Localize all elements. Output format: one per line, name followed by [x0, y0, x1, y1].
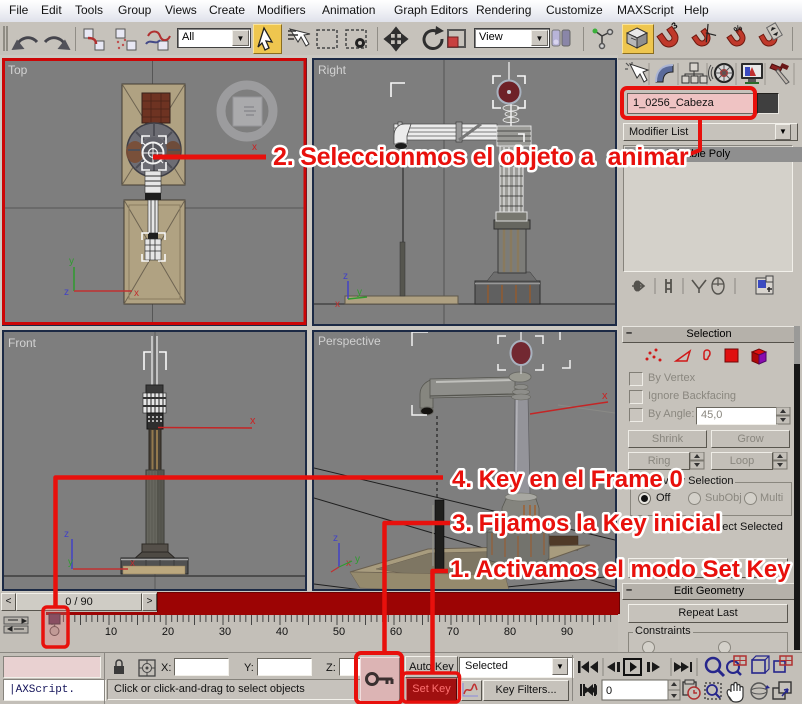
svg-text:x: x — [130, 558, 135, 569]
svg-text:Perspective: Perspective — [318, 334, 381, 348]
svg-text:z: z — [64, 529, 69, 540]
svg-text:y: y — [68, 557, 73, 568]
svg-text:z: z — [64, 287, 69, 298]
svg-text:x: x — [602, 390, 608, 402]
svg-text:x: x — [335, 299, 340, 310]
svg-text:Front: Front — [8, 336, 37, 350]
svg-text:y: y — [357, 287, 362, 298]
svg-text:x: x — [252, 142, 257, 153]
svg-text:z: z — [333, 533, 338, 544]
svg-text:Top: Top — [8, 63, 28, 77]
svg-text:Right: Right — [318, 63, 347, 77]
svg-text:z: z — [343, 271, 348, 282]
svg-text:x: x — [134, 288, 139, 299]
svg-text:x: x — [250, 415, 256, 427]
svg-text:y: y — [69, 256, 74, 267]
svg-text:y: y — [355, 554, 360, 565]
svg-text:0: 0 — [606, 685, 612, 697]
